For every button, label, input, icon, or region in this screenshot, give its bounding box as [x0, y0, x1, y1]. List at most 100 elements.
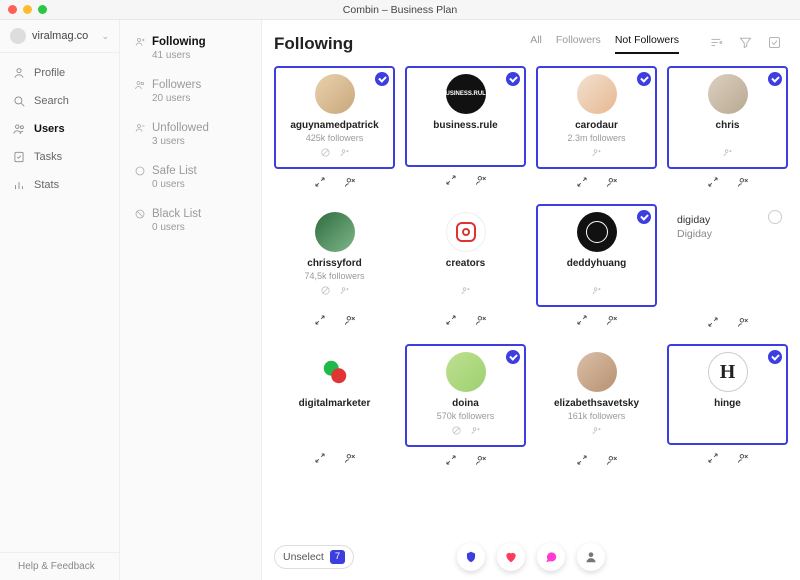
- shield-action-button[interactable]: [457, 543, 485, 571]
- expand-icon[interactable]: [444, 313, 458, 330]
- user-badges: [280, 425, 389, 437]
- tabs: All Followers Not Followers: [530, 34, 679, 54]
- user-card[interactable]: aguynamedpatrick425k followers: [274, 66, 395, 169]
- sidebar-item-stats[interactable]: Stats: [0, 171, 119, 199]
- expand-icon[interactable]: [706, 315, 720, 332]
- select-checkbox[interactable]: [637, 210, 651, 224]
- heart-action-button[interactable]: [497, 543, 525, 571]
- username: business.rule: [411, 120, 520, 131]
- user-card[interactable]: carodaur2.3m followers: [536, 66, 657, 169]
- block-icon: [320, 147, 331, 161]
- unfollow-icon[interactable]: [343, 451, 357, 468]
- user-card[interactable]: digidayDigiday: [667, 204, 788, 309]
- unfollow-icon[interactable]: [736, 451, 750, 468]
- user-card[interactable]: digitalmarketer: [274, 344, 395, 445]
- unselect-button[interactable]: Unselect 7: [274, 545, 354, 569]
- sidebar-item-label: Stats: [34, 179, 59, 191]
- addperson-icon: [591, 425, 602, 439]
- unfollow-icon[interactable]: [736, 315, 750, 332]
- tab-not-followers[interactable]: Not Followers: [615, 34, 679, 54]
- user-card[interactable]: chrissyford74,5k followers: [274, 204, 395, 307]
- secondary-item-following[interactable]: Following41 users: [126, 28, 255, 71]
- funnel-icon[interactable]: [738, 35, 753, 53]
- unfollow-icon[interactable]: [343, 175, 357, 192]
- select-checkbox[interactable]: [506, 72, 520, 86]
- expand-icon[interactable]: [575, 313, 589, 330]
- account-switcher[interactable]: viralmag.co ⌄: [0, 20, 119, 53]
- select-checkbox[interactable]: [768, 210, 782, 224]
- unfollow-icon[interactable]: [605, 175, 619, 192]
- select-checkbox[interactable]: [506, 350, 520, 364]
- user-card[interactable]: BUSINESS.RULEbusiness.rule: [405, 66, 526, 167]
- primary-sidebar: viralmag.co ⌄ ProfileSearchUsersTasks Sta…: [0, 20, 120, 580]
- secondary-item-title: Safe List: [152, 165, 197, 177]
- sidebar-item-profile[interactable]: Profile: [0, 59, 119, 87]
- avatar: [446, 352, 486, 392]
- user-badges: [542, 285, 651, 299]
- user-card[interactable]: deddyhuang: [536, 204, 657, 307]
- unfollow-icon[interactable]: [474, 313, 488, 330]
- secondary-item-safe-list[interactable]: Safe List 0 users: [126, 157, 255, 200]
- card-actions: [536, 453, 657, 470]
- tab-all[interactable]: All: [530, 34, 542, 54]
- comment-action-button[interactable]: [537, 543, 565, 571]
- select-checkbox[interactable]: [768, 72, 782, 86]
- filter-lines-icon[interactable]: [709, 35, 724, 53]
- expand-icon[interactable]: [575, 453, 589, 470]
- secondary-item-title: Followers: [152, 79, 201, 91]
- account-avatar-icon: [10, 28, 26, 44]
- expand-icon[interactable]: [706, 175, 720, 192]
- addperson-icon: [470, 425, 481, 439]
- user-card[interactable]: creators: [405, 204, 526, 307]
- select-check-icon[interactable]: [767, 35, 782, 53]
- user-badges: [673, 147, 782, 161]
- user-card[interactable]: chris: [667, 66, 788, 169]
- select-checkbox[interactable]: [506, 210, 520, 224]
- secondary-item-followers[interactable]: Followers20 users: [126, 71, 255, 114]
- display-name: Digiday: [677, 228, 712, 242]
- unfollow-icon[interactable]: [474, 173, 488, 190]
- person-action-button[interactable]: [577, 543, 605, 571]
- header-tools: [709, 35, 782, 53]
- select-checkbox[interactable]: [637, 350, 651, 364]
- select-checkbox[interactable]: [768, 350, 782, 364]
- user-card[interactable]: elizabethsavetsky161k followers: [536, 344, 657, 447]
- user-cell: digitalmarketer: [274, 344, 395, 472]
- card-actions: [667, 175, 788, 192]
- username: creators: [411, 258, 520, 269]
- username: chris: [673, 120, 782, 131]
- select-checkbox[interactable]: [375, 350, 389, 364]
- secondary-item-black-list[interactable]: Black List0 users: [126, 200, 255, 243]
- user-cell: Hhinge: [667, 344, 788, 472]
- expand-icon[interactable]: [313, 313, 327, 330]
- unfollow-icon[interactable]: [474, 453, 488, 470]
- expand-icon[interactable]: [444, 173, 458, 190]
- secondary-item-sub: 0 users: [152, 179, 247, 190]
- sidebar-item-search[interactable]: Search: [0, 87, 119, 115]
- unfollow-icon[interactable]: [736, 175, 750, 192]
- help-feedback-link[interactable]: Help & Feedback: [0, 552, 119, 580]
- tab-followers[interactable]: Followers: [556, 34, 601, 54]
- unfollow-icon[interactable]: [605, 453, 619, 470]
- secondary-item-unfollowed[interactable]: Unfollowed3 users: [126, 114, 255, 157]
- secondary-item-sub: 41 users: [152, 50, 247, 61]
- user-card[interactable]: doina570k followers: [405, 344, 526, 447]
- user-grid-scroll[interactable]: aguynamedpatrick425k followersBUSINESS.R…: [262, 58, 800, 534]
- expand-icon[interactable]: [313, 175, 327, 192]
- sidebar-item-users[interactable]: Users: [0, 115, 119, 143]
- selection-count: 7: [330, 550, 345, 564]
- unfollow-icon[interactable]: [343, 313, 357, 330]
- expand-icon[interactable]: [706, 451, 720, 468]
- expand-icon[interactable]: [313, 451, 327, 468]
- unfollow-icon[interactable]: [605, 313, 619, 330]
- select-checkbox[interactable]: [375, 210, 389, 224]
- select-checkbox[interactable]: [637, 72, 651, 86]
- block-icon: [320, 285, 331, 299]
- expand-icon[interactable]: [444, 453, 458, 470]
- sidebar-item-tasks[interactable]: Tasks: [0, 143, 119, 171]
- username: carodaur: [542, 120, 651, 131]
- select-checkbox[interactable]: [375, 72, 389, 86]
- card-actions: [405, 313, 526, 330]
- expand-icon[interactable]: [575, 175, 589, 192]
- user-card[interactable]: Hhinge: [667, 344, 788, 445]
